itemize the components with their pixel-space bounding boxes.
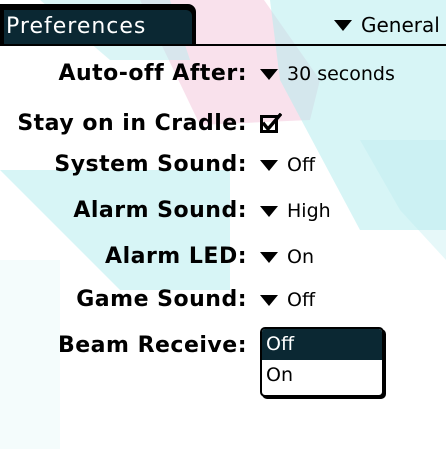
setting-row-game-sound: Game Sound: Off bbox=[0, 284, 446, 316]
category-selector[interactable]: General bbox=[334, 10, 440, 40]
setting-value: High bbox=[287, 200, 331, 222]
page-title: Preferences bbox=[4, 10, 192, 44]
system-sound-selector[interactable]: Off bbox=[260, 149, 315, 181]
setting-row-system-sound: System Sound: Off bbox=[0, 149, 446, 181]
triangle-down-icon bbox=[260, 251, 278, 263]
triangle-down-icon bbox=[334, 19, 352, 31]
setting-label: Beam Receive: bbox=[57, 333, 247, 358]
popup-option-off[interactable]: Off bbox=[262, 329, 382, 360]
triangle-down-icon bbox=[260, 294, 278, 306]
triangle-down-icon bbox=[260, 159, 278, 171]
setting-label: Auto-off After: bbox=[58, 61, 247, 86]
stay-on-checkbox[interactable] bbox=[260, 113, 282, 135]
setting-label: Game Sound: bbox=[76, 287, 247, 312]
triangle-down-icon bbox=[260, 68, 278, 80]
category-label: General bbox=[361, 13, 440, 37]
setting-row-alarm-led: Alarm LED: On bbox=[0, 241, 446, 273]
setting-value: Off bbox=[287, 289, 316, 311]
popup-option-on[interactable]: On bbox=[262, 360, 382, 391]
setting-value: 30 seconds bbox=[287, 63, 395, 85]
setting-value: Off bbox=[287, 154, 316, 176]
auto-off-selector[interactable]: 30 seconds bbox=[260, 58, 395, 90]
setting-label: System Sound: bbox=[54, 152, 247, 177]
triangle-down-icon bbox=[260, 205, 278, 217]
title-tab: Preferences bbox=[0, 4, 196, 46]
game-sound-selector[interactable]: Off bbox=[260, 284, 315, 316]
setting-row-alarm-sound: Alarm Sound: High bbox=[0, 195, 446, 227]
beam-receive-popup-list: Off On bbox=[260, 327, 384, 397]
title-bar: Preferences General bbox=[0, 0, 446, 46]
alarm-sound-selector[interactable]: High bbox=[260, 195, 331, 227]
setting-label: Stay on in Cradle: bbox=[17, 111, 247, 136]
setting-row-stay-on-in-cradle: Stay on in Cradle: bbox=[0, 108, 446, 140]
preferences-screen: Preferences General Auto-off After: 30 s… bbox=[0, 0, 446, 449]
setting-label: Alarm Sound: bbox=[73, 198, 247, 223]
alarm-led-selector[interactable]: On bbox=[260, 241, 314, 273]
setting-value: On bbox=[287, 246, 314, 268]
setting-row-auto-off: Auto-off After: 30 seconds bbox=[0, 58, 446, 90]
setting-label: Alarm LED: bbox=[105, 244, 247, 269]
title-underline bbox=[196, 44, 446, 46]
